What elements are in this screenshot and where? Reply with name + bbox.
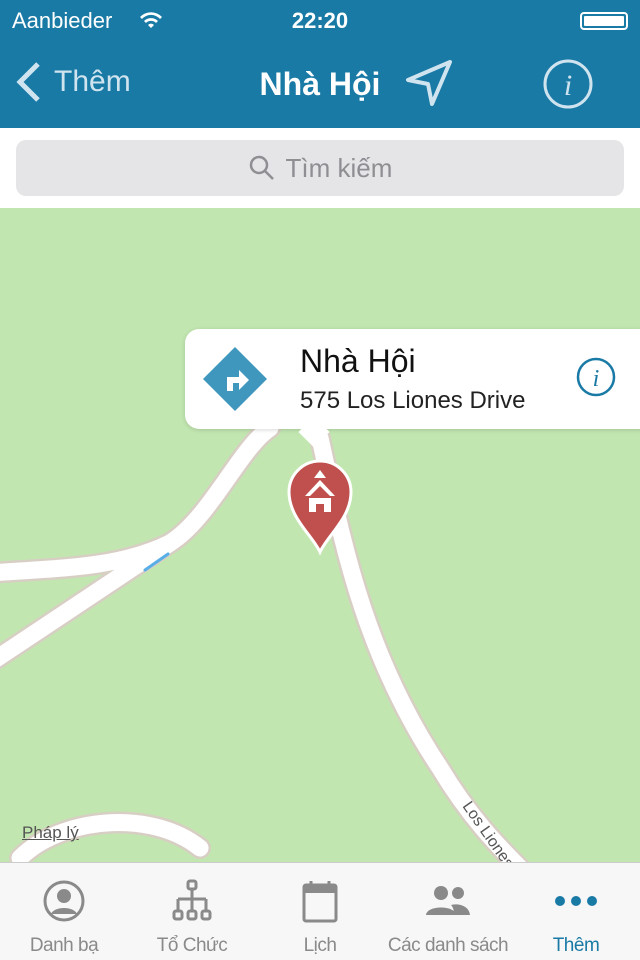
clock: 22:20 xyxy=(291,8,349,33)
search-input[interactable]: Tìm kiếm xyxy=(16,140,624,196)
location-arrow-icon[interactable] xyxy=(404,58,454,108)
tab-contacts[interactable]: Danh bạ xyxy=(0,863,128,960)
more-icon xyxy=(555,896,597,906)
org-chart-icon xyxy=(172,879,212,921)
tab-label: Các danh sách xyxy=(387,935,509,956)
tab-label: Tổ Chức xyxy=(156,935,228,956)
tab-label: Thêm xyxy=(552,935,600,956)
legal-link[interactable]: Pháp lý xyxy=(22,823,79,843)
tab-label: Danh bạ xyxy=(29,935,99,956)
people-icon xyxy=(426,886,470,915)
info-icon[interactable]: i xyxy=(542,58,594,110)
directions-icon[interactable] xyxy=(203,347,267,411)
tab-organization[interactable]: Tổ Chức xyxy=(128,863,256,960)
map-pin-icon[interactable] xyxy=(285,456,355,556)
street-label: Los Liones xyxy=(459,799,517,862)
tab-lists[interactable]: Các danh sách xyxy=(384,863,512,960)
search-container: Tìm kiếm xyxy=(0,128,640,208)
status-bar: Aanbieder 22:20 xyxy=(0,0,640,40)
tab-bar: Danh bạ Tổ Chức Lịch Các danh sách Thêm xyxy=(0,862,640,960)
calendar-icon xyxy=(302,881,338,923)
navigation-bar: Aanbieder 22:20 Thêm Nhà Hội i xyxy=(0,0,640,128)
search-icon xyxy=(249,155,274,180)
battery-icon xyxy=(580,12,628,30)
svg-text:i: i xyxy=(564,69,572,102)
info-icon[interactable]: i xyxy=(575,356,617,398)
search-placeholder: Tìm kiếm xyxy=(285,152,393,183)
contact-icon xyxy=(43,880,85,922)
svg-text:i: i xyxy=(593,366,600,392)
tab-more[interactable]: Thêm xyxy=(512,863,640,960)
tab-label: Lịch xyxy=(303,935,337,956)
map-callout[interactable]: Nhà Hội 575 Los Liones Drive i xyxy=(185,329,640,448)
map-view[interactable]: Los Liones Pháp lý xyxy=(0,208,640,862)
tab-calendar[interactable]: Lịch xyxy=(256,863,384,960)
callout-address: 575 Los Liones Drive xyxy=(300,387,526,414)
callout-title: Nhà Hội xyxy=(300,343,416,379)
